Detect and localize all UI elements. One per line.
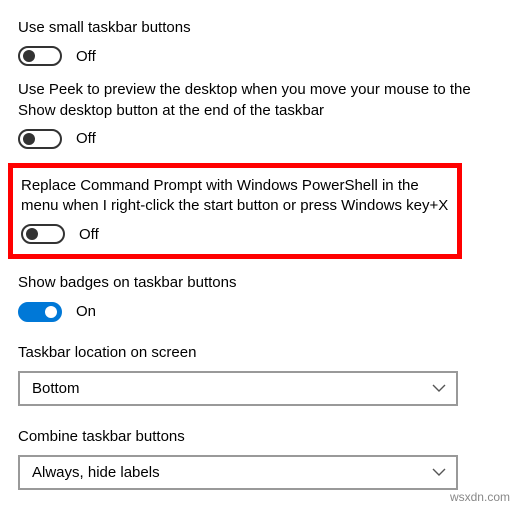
toggle-state-label: On (76, 303, 96, 320)
toggle-knob (23, 50, 35, 62)
setting-replace-command-prompt: Replace Command Prompt with Windows Powe… (21, 176, 449, 245)
chevron-down-icon (432, 464, 446, 481)
toggle-knob (45, 306, 57, 318)
toggle-row: Off (18, 46, 502, 66)
dropdown-combine-taskbar[interactable]: Always, hide labels (18, 455, 458, 490)
toggle-state-label: Off (76, 48, 96, 65)
highlight-box: Replace Command Prompt with Windows Powe… (8, 163, 462, 260)
chevron-down-icon (432, 380, 446, 397)
setting-label: Use small taskbar buttons (18, 18, 502, 38)
toggle-row: Off (18, 129, 502, 149)
combine-taskbar-label: Combine taskbar buttons (18, 428, 502, 445)
setting-show-badges: Show badges on taskbar buttons On (18, 273, 502, 321)
dropdown-taskbar-location[interactable]: Bottom (18, 371, 458, 406)
setting-label: Show badges on taskbar buttons (18, 273, 502, 293)
watermark: wsxdn.com (450, 490, 510, 504)
toggle-show-badges[interactable] (18, 302, 62, 322)
toggle-knob (26, 228, 38, 240)
toggle-use-peek[interactable] (18, 129, 62, 149)
setting-use-small-taskbar-buttons: Use small taskbar buttons Off (18, 18, 502, 66)
dropdown-value: Always, hide labels (32, 464, 160, 481)
setting-use-peek: Use Peek to preview the desktop when you… (18, 80, 502, 149)
toggle-state-label: Off (76, 130, 96, 147)
dropdown-value: Bottom (32, 380, 80, 397)
toggle-state-label: Off (79, 226, 99, 243)
toggle-row: Off (21, 224, 449, 244)
toggle-knob (23, 133, 35, 145)
toggle-small-buttons[interactable] (18, 46, 62, 66)
setting-label: Use Peek to preview the desktop when you… (18, 80, 502, 121)
toggle-replace-cmd[interactable] (21, 224, 65, 244)
setting-label: Replace Command Prompt with Windows Powe… (21, 176, 449, 217)
toggle-row: On (18, 302, 502, 322)
taskbar-location-label: Taskbar location on screen (18, 344, 502, 361)
